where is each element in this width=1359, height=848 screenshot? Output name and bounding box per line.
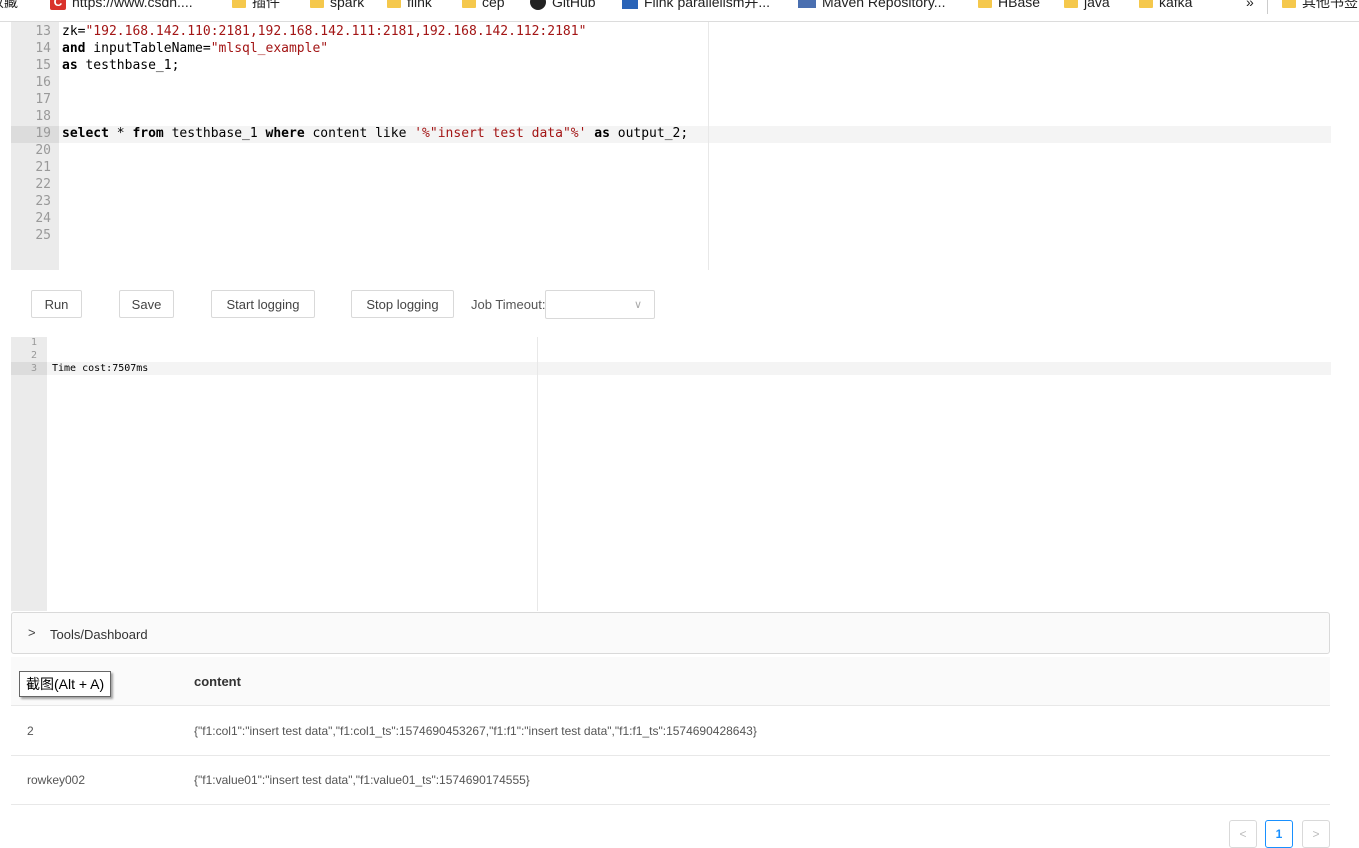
folder-icon bbox=[387, 0, 401, 8]
screenshot-tooltip: 截图(Alt + A) bbox=[19, 671, 112, 697]
save-button[interactable]: Save bbox=[119, 290, 174, 318]
print-margin bbox=[537, 337, 538, 611]
github-icon bbox=[530, 0, 546, 10]
code-line-14: and inputTableName="mlsql_example" bbox=[62, 41, 329, 56]
log-line-3: Time cost:7507ms bbox=[52, 363, 149, 374]
folder-icon bbox=[462, 0, 476, 8]
pagination-prev-button[interactable]: < bbox=[1229, 820, 1257, 848]
pagination-next-button[interactable]: > bbox=[1302, 820, 1330, 848]
folder-icon bbox=[232, 0, 246, 8]
row-key-cell: 2 bbox=[27, 724, 34, 738]
code-line-13: zk="192.168.142.110:2181,192.168.142.111… bbox=[62, 24, 587, 39]
folder-icon bbox=[310, 0, 324, 8]
bookmark-folder-cep[interactable]: cep bbox=[462, 0, 505, 11]
bookmark-csdn[interactable]: Chttps://www.csdn.... bbox=[50, 0, 193, 11]
line-number: 21 bbox=[35, 160, 51, 175]
bookmark-folder-plugins[interactable]: 插件 bbox=[232, 0, 280, 11]
bookmark-label: 收藏 bbox=[0, 0, 18, 10]
bookmark-label: Maven Repository... bbox=[822, 0, 946, 10]
table-row: rowkey002 {"f1:value01":"insert test dat… bbox=[11, 755, 1330, 805]
chevron-right-icon: > bbox=[28, 625, 36, 640]
tools-dashboard-panel[interactable]: > Tools/Dashboard bbox=[11, 612, 1330, 654]
line-number: 2 bbox=[30, 350, 37, 361]
bookmark-label: kafka bbox=[1159, 0, 1193, 10]
log-gutter: 1 2 3 bbox=[11, 337, 47, 611]
print-margin bbox=[708, 22, 709, 270]
bookmark-folder-flink[interactable]: flink bbox=[387, 0, 432, 11]
line-number: 13 bbox=[35, 24, 51, 39]
active-line-highlight bbox=[47, 362, 1331, 375]
folder-icon bbox=[1064, 0, 1078, 8]
bookmark-label: 其他书签 bbox=[1302, 0, 1358, 10]
start-logging-button[interactable]: Start logging bbox=[211, 290, 315, 318]
line-number: 14 bbox=[35, 41, 51, 56]
bookmark-flink-parallelism[interactable]: Flink parallelism并... bbox=[622, 0, 770, 11]
job-timeout-label: Job Timeout: bbox=[471, 297, 546, 312]
bookmark-folder-kafka[interactable]: kafka bbox=[1139, 0, 1192, 11]
line-number: 20 bbox=[35, 143, 51, 158]
row-key-cell: rowkey002 bbox=[27, 773, 86, 787]
line-number: 17 bbox=[35, 92, 51, 107]
line-number: 18 bbox=[35, 109, 51, 124]
bookmark-folder-java[interactable]: java bbox=[1064, 0, 1110, 11]
folder-icon bbox=[978, 0, 992, 8]
line-number: 19 bbox=[35, 126, 51, 141]
line-number: 15 bbox=[35, 58, 51, 73]
maven-icon bbox=[798, 0, 816, 8]
blog-icon bbox=[622, 0, 638, 9]
line-number: 22 bbox=[35, 177, 51, 192]
line-number: 25 bbox=[35, 228, 51, 243]
run-button[interactable]: Run bbox=[31, 290, 82, 318]
bookmark-folder-hbase[interactable]: HBase bbox=[978, 0, 1040, 11]
bookmark-label: GitHub bbox=[552, 0, 596, 10]
row-content-cell: {"f1:col1":"insert test data","f1:col1_t… bbox=[194, 724, 757, 738]
row-content-cell: {"f1:value01":"insert test data","f1:val… bbox=[194, 773, 530, 787]
bookmark-label: Flink parallelism并... bbox=[644, 0, 771, 10]
bookmark-label: cep bbox=[482, 0, 505, 10]
bookmark-label: spark bbox=[330, 0, 365, 10]
table-row: 2 {"f1:col1":"insert test data","f1:col1… bbox=[11, 706, 1330, 756]
chevron-down-icon: ∨ bbox=[633, 299, 642, 311]
more-chevron-icon: » bbox=[1246, 0, 1254, 10]
sql-editor[interactable]: 13 14 15 16 17 18 19 20 21 22 23 24 25 z… bbox=[11, 22, 1331, 270]
bookmark-fragment[interactable]: 收藏 bbox=[0, 0, 18, 11]
active-gutter-cell bbox=[11, 362, 47, 375]
line-number: 16 bbox=[35, 75, 51, 90]
bookmark-label: java bbox=[1084, 0, 1110, 10]
bookmark-label: HBase bbox=[998, 0, 1041, 10]
bookmark-folder-spark[interactable]: spark bbox=[310, 0, 364, 11]
folder-icon bbox=[1282, 0, 1296, 8]
job-timeout-select[interactable]: ∨ bbox=[545, 290, 655, 319]
csdn-icon: C bbox=[50, 0, 66, 10]
line-number: 23 bbox=[35, 194, 51, 209]
log-output-editor[interactable]: 1 2 3 Time cost:7507ms bbox=[11, 337, 1331, 611]
code-line-15: as testhbase_1; bbox=[62, 58, 180, 73]
tools-dashboard-title: Tools/Dashboard bbox=[50, 627, 148, 642]
bookmark-label: https://www.csdn.... bbox=[72, 0, 193, 10]
bookmark-label: flink bbox=[407, 0, 432, 10]
column-header-content: content bbox=[194, 674, 241, 689]
bookmark-other[interactable]: 其他书签 bbox=[1282, 0, 1358, 11]
folder-icon bbox=[1139, 0, 1153, 8]
line-number: 24 bbox=[35, 211, 51, 226]
bookmark-github[interactable]: GitHub bbox=[530, 0, 596, 11]
bookmark-label: 插件 bbox=[252, 0, 280, 10]
bookmarks-more-button[interactable]: » bbox=[1246, 0, 1254, 11]
code-line-19: select * from testhbase_1 where content … bbox=[62, 126, 689, 141]
editor-gutter: 13 14 15 16 17 18 19 20 21 22 23 24 25 bbox=[11, 22, 59, 270]
line-number: 1 bbox=[30, 337, 37, 348]
line-number: 3 bbox=[30, 363, 37, 374]
bookmarks-divider bbox=[1267, 0, 1268, 14]
bookmark-maven[interactable]: Maven Repository... bbox=[798, 0, 945, 11]
bookmarks-bar: 收藏 Chttps://www.csdn.... 插件 spark flink … bbox=[0, 0, 1359, 22]
pagination-page-1[interactable]: 1 bbox=[1265, 820, 1293, 848]
results-table-header: content bbox=[11, 657, 1330, 706]
stop-logging-button[interactable]: Stop logging bbox=[351, 290, 454, 318]
